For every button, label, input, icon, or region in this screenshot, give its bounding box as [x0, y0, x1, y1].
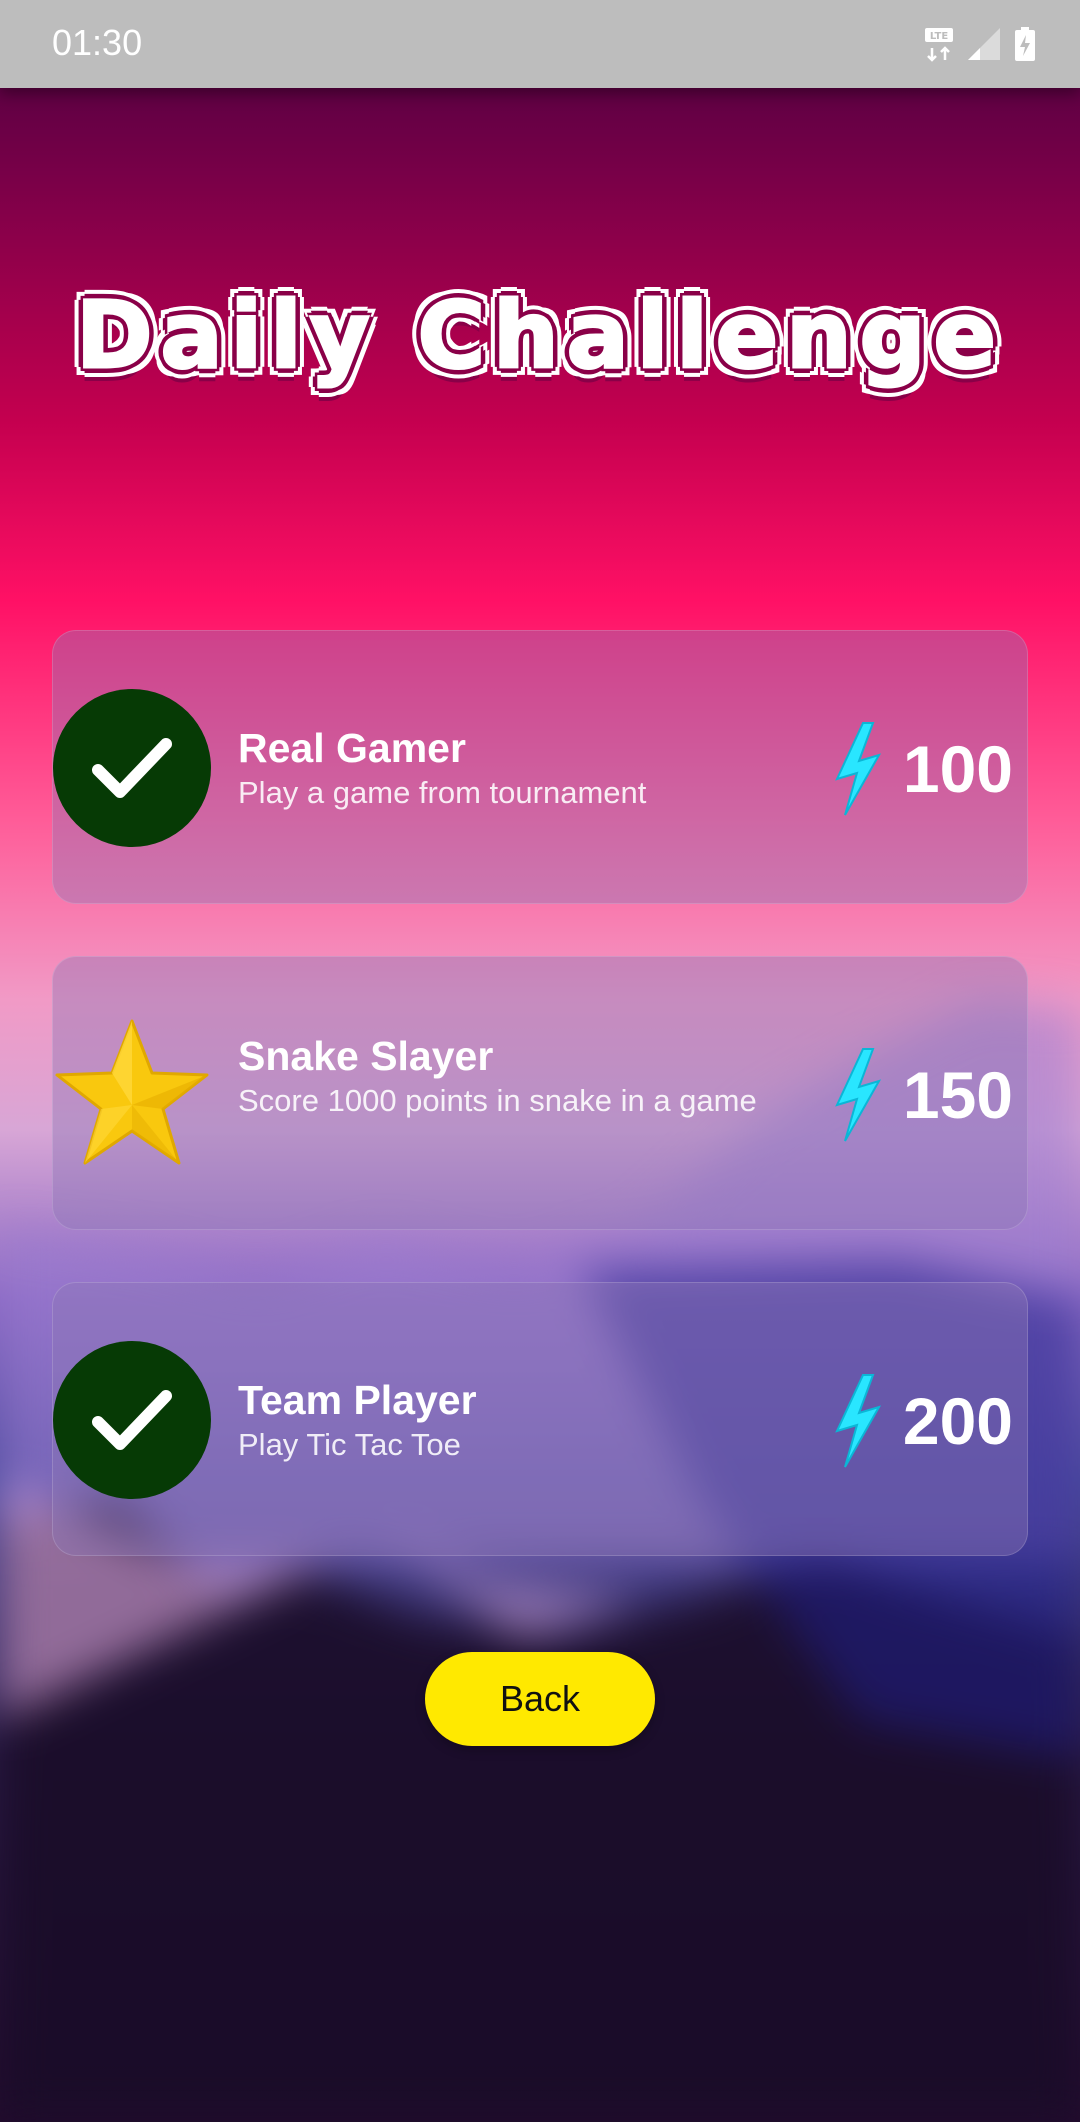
- svg-text:LTE: LTE: [930, 31, 949, 42]
- signal-icon: [968, 28, 1000, 60]
- reward-value: 200: [902, 1384, 1013, 1458]
- reward-value: 150: [902, 1058, 1013, 1132]
- completed-badge: [53, 689, 211, 847]
- challenge-description: Play a game from tournament: [238, 775, 647, 810]
- lightning-bolt-icon: [835, 1048, 881, 1142]
- page-title: Daily Challenge: [75, 281, 1004, 391]
- challenge-status: [53, 1015, 211, 1173]
- challenge-card-real-gamer[interactable]: Real Gamer Play a game from tournament 1…: [52, 630, 1028, 904]
- check-icon: [92, 738, 172, 798]
- completed-badge: [53, 1341, 211, 1499]
- challenge-card-team-player[interactable]: Team Player Play Tic Tac Toe 200: [52, 1282, 1028, 1556]
- lightning-bolt-icon: [835, 1374, 881, 1468]
- challenge-card-snake-slayer[interactable]: Snake Slayer Score 1000 points in snake …: [52, 956, 1028, 1230]
- status-time: 01:30: [52, 22, 143, 63]
- lte-icon: LTE: [925, 28, 953, 62]
- battery-charging-icon: [1015, 27, 1035, 61]
- challenge-status: [53, 1341, 211, 1499]
- challenge-title: Real Gamer: [238, 725, 466, 771]
- challenge-reward: 150: [833, 1045, 1013, 1145]
- challenge-reward: 100: [833, 719, 1013, 819]
- status-bar: 01:30 LTE: [0, 0, 1080, 88]
- challenge-status: [53, 689, 211, 847]
- lightning-bolt-icon: [835, 722, 881, 816]
- challenge-title: Team Player: [238, 1377, 477, 1423]
- reward-value: 100: [902, 732, 1013, 806]
- status-icons: LTE: [924, 24, 1036, 64]
- challenge-description: Score 1000 points in snake in a game: [238, 1083, 757, 1118]
- back-button[interactable]: Back: [425, 1652, 655, 1746]
- challenge-title: Snake Slayer: [238, 1033, 494, 1079]
- check-icon: [92, 1390, 172, 1450]
- challenge-description: Play Tic Tac Toe: [238, 1427, 461, 1462]
- challenge-reward: 200: [833, 1371, 1013, 1471]
- star-icon: [55, 1019, 209, 1165]
